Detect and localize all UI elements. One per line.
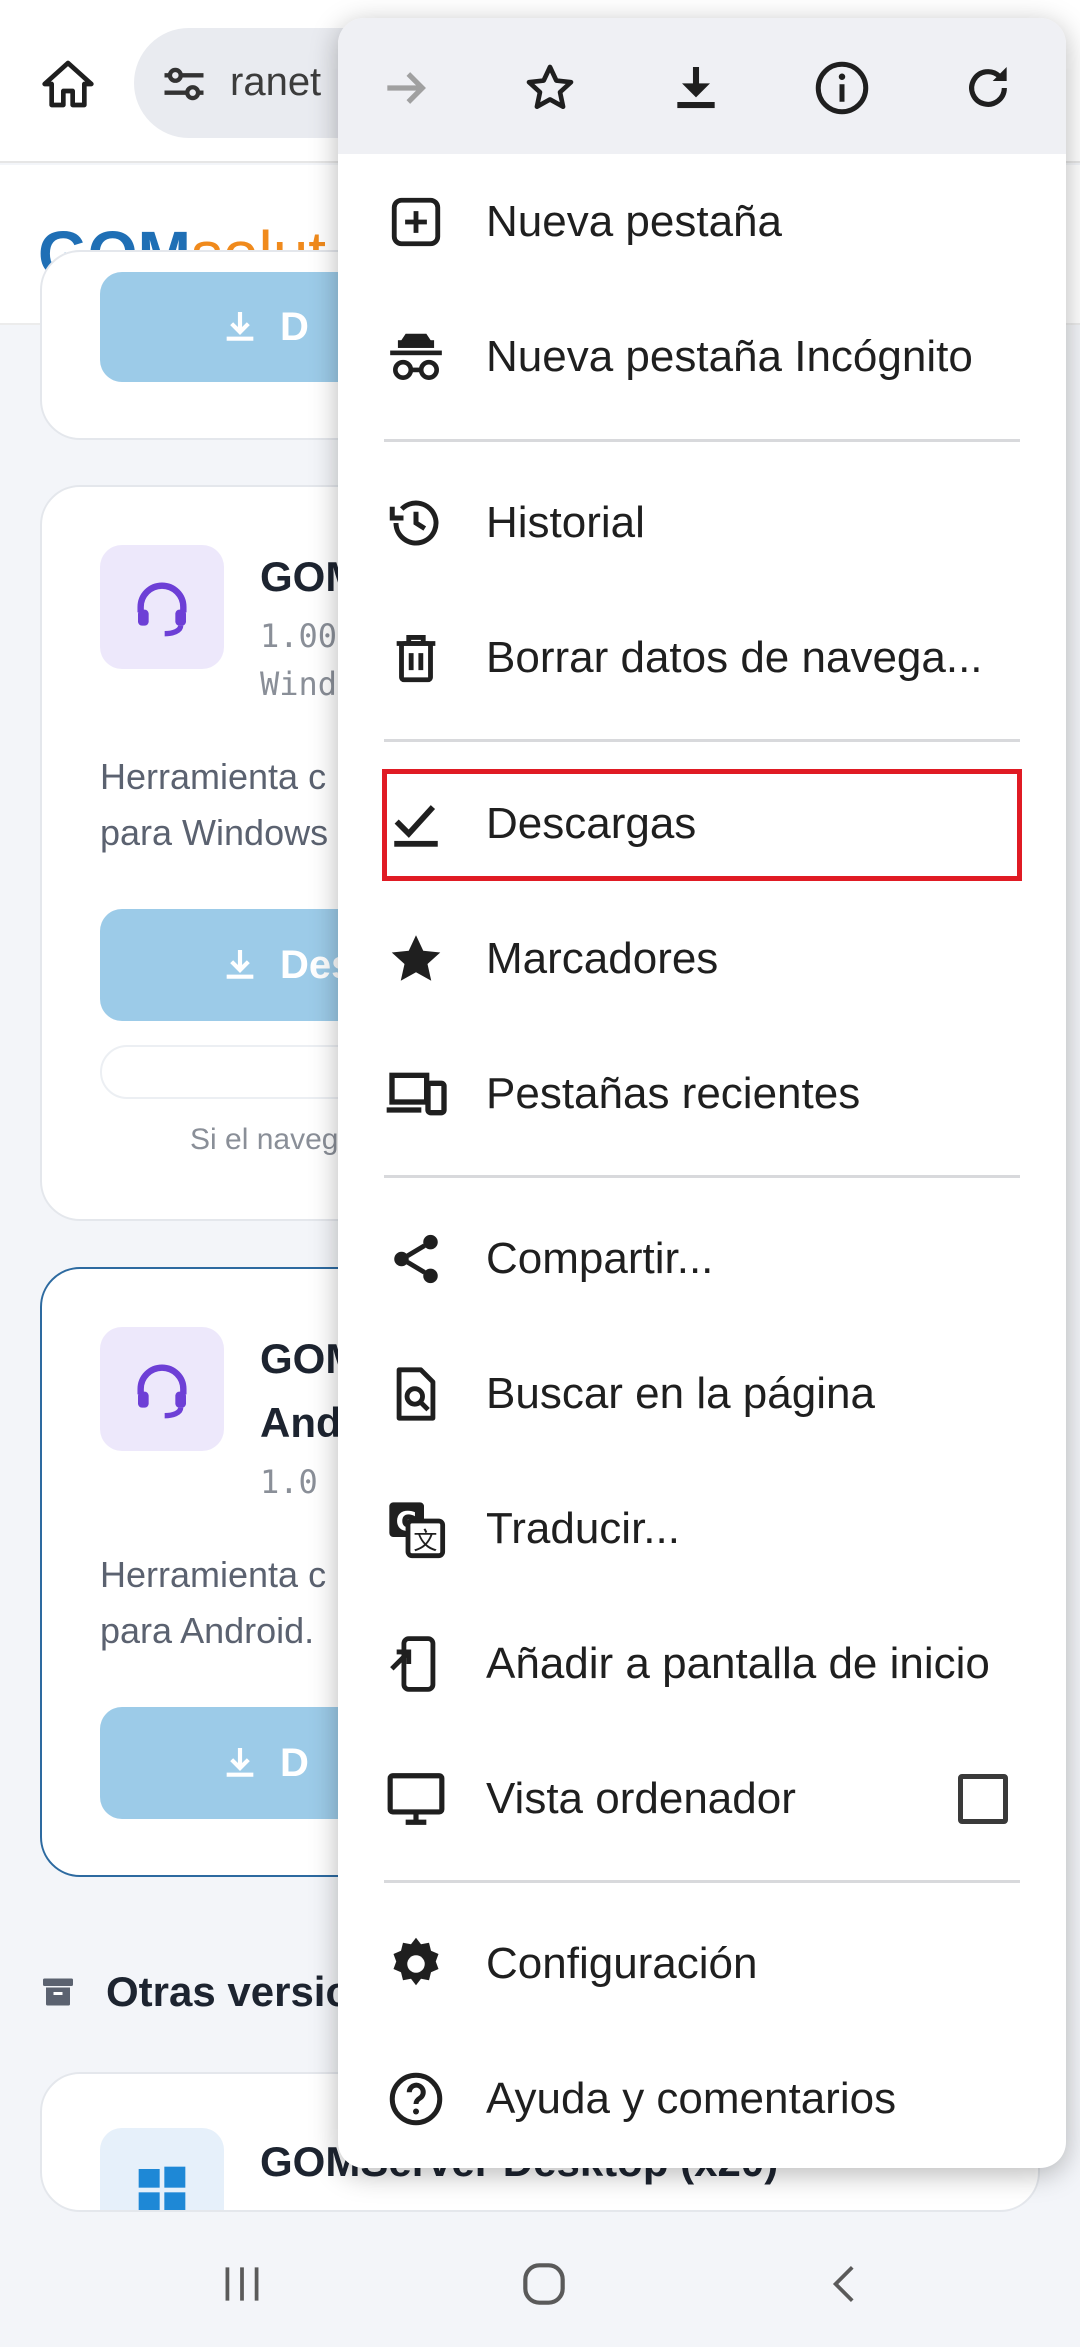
menu-toolbar: [338, 18, 1066, 154]
menu-item-new-tab[interactable]: Nueva pestaña: [338, 158, 1066, 286]
card-title-line2: And: [260, 1399, 342, 1446]
browser-overflow-menu: Nueva pestaña Nueva pestaña Incógnito Hi…: [338, 18, 1066, 2168]
recents-button[interactable]: [202, 2244, 282, 2324]
bookmark-button[interactable]: [518, 56, 582, 120]
back-icon: [832, 2266, 854, 2302]
tune-icon[interactable]: [158, 58, 210, 110]
card-meta: 1.0: [260, 1463, 318, 1501]
home-button[interactable]: [36, 52, 100, 116]
menu-item-share[interactable]: Compartir...: [338, 1195, 1066, 1323]
page-info-button[interactable]: [810, 56, 874, 120]
menu-divider: [384, 739, 1020, 742]
translate-icon: G文: [389, 1502, 446, 1559]
recents-icon: [225, 2267, 259, 2301]
menu-item-help[interactable]: Ayuda y comentarios: [338, 2035, 1066, 2163]
download-icon: [226, 1748, 254, 1777]
menu-item-find-in-page[interactable]: Buscar en la página: [338, 1330, 1066, 1458]
card-meta: Wind: [260, 665, 338, 703]
menu-item-recent-tabs[interactable]: Pestañas recientes: [338, 1030, 1066, 1158]
gear-icon: [393, 1937, 439, 1986]
incognito-icon: [390, 333, 442, 380]
archive-icon: [43, 1978, 73, 2006]
url-text: ranet: [230, 60, 322, 104]
back-button[interactable]: [806, 2244, 886, 2324]
system-nav-bar: [0, 2212, 1080, 2347]
download-page-button[interactable]: [664, 56, 728, 120]
star-outline-icon: [526, 64, 574, 109]
menu-item-incognito[interactable]: Nueva pestaña Incógnito: [338, 293, 1066, 421]
svg-text:文: 文: [413, 1527, 437, 1555]
headset-icon: [137, 582, 187, 637]
menu-divider: [384, 1175, 1020, 1178]
download-icon: [226, 312, 254, 341]
devices-icon: [386, 1072, 447, 1116]
menu-item-add-to-home[interactable]: Añadir a pantalla de inicio: [338, 1600, 1066, 1728]
menu-item-clear-data[interactable]: Borrar datos de navega...: [338, 594, 1066, 722]
refresh-icon: [969, 67, 1007, 107]
arrow-right-icon: [387, 72, 426, 104]
forward-button[interactable]: [374, 56, 438, 120]
add-to-home-icon: [390, 1636, 436, 1692]
windows-icon: [138, 2166, 186, 2210]
section-title: Otras versio: [40, 1968, 351, 2016]
menu-item-desktop-view[interactable]: Vista ordenador: [338, 1735, 1066, 1863]
trash-icon: [396, 635, 436, 683]
card-meta: 1.00: [260, 617, 338, 655]
new-tab-icon: [391, 197, 441, 247]
menu-divider: [384, 1880, 1020, 1883]
info-icon: [815, 61, 869, 115]
app-icon-box: [100, 545, 224, 669]
app-icon-box: [100, 1327, 224, 1451]
system-home-button[interactable]: [504, 2244, 584, 2324]
card-note: Si el naveg: [190, 1123, 339, 1156]
share-icon: [394, 1234, 438, 1284]
reload-button[interactable]: [956, 56, 1020, 120]
home-circle-icon: [523, 2263, 565, 2305]
app-icon-box: [100, 2128, 224, 2210]
find-in-page-icon: [396, 1367, 436, 1421]
menu-item-history[interactable]: Historial: [338, 459, 1066, 587]
history-icon: [389, 500, 439, 546]
download-icon: [677, 67, 715, 109]
headset-icon: [137, 1364, 187, 1419]
menu-item-translate[interactable]: G文 Traducir...: [338, 1465, 1066, 1593]
home-icon: [42, 60, 94, 108]
desktop-icon: [387, 1773, 445, 1825]
menu-item-settings[interactable]: Configuración: [338, 1900, 1066, 2028]
highlight-box: [382, 769, 1022, 881]
star-filled-icon: [391, 935, 441, 981]
desktop-view-checkbox[interactable]: [958, 1774, 1008, 1824]
download-icon: [226, 950, 254, 979]
help-icon: [389, 2072, 443, 2126]
menu-item-bookmarks[interactable]: Marcadores: [338, 895, 1066, 1023]
menu-divider: [384, 439, 1020, 442]
